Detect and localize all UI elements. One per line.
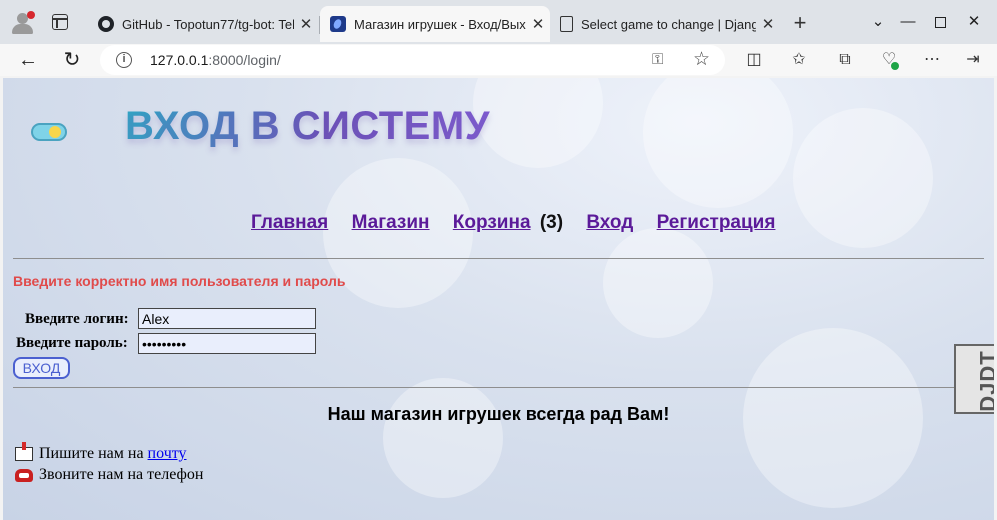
logo-icon	[31, 123, 67, 141]
tab-title: Select game to change | Django	[581, 16, 756, 32]
tab-github[interactable]: GitHub - Topotun77/tg-bot: Tele ✕	[88, 6, 318, 42]
shop-icon	[330, 16, 346, 32]
profile-icon[interactable]	[10, 11, 36, 35]
nav-shop-link[interactable]: Магазин	[352, 212, 430, 233]
new-tab-button[interactable]: +	[786, 10, 814, 38]
nav-login-link[interactable]: Вход	[586, 212, 633, 233]
close-window-button[interactable]: ✕	[952, 8, 996, 36]
tab-title: GitHub - Topotun77/tg-bot: Tele	[122, 16, 294, 32]
tab-actions-icon[interactable]	[52, 14, 68, 30]
key-icon[interactable]: ⚿	[652, 51, 663, 68]
cart-count: (3)	[539, 212, 564, 233]
browser-essentials-icon[interactable]: ♡	[877, 48, 901, 72]
divider	[13, 387, 984, 388]
document-icon	[560, 16, 573, 32]
nav-home-link[interactable]: Главная	[251, 212, 328, 233]
mail-icon	[15, 442, 33, 461]
contact-phone: Звоните нам на телефон	[15, 466, 203, 484]
close-icon[interactable]: ✕	[756, 15, 780, 33]
browser-toolbar: ← ↻ i 127.0.0.1:8000/login/ ⚿ ☆ ◫ ✩ ⧉ ♡ …	[0, 44, 997, 76]
tab-django[interactable]: Select game to change | Django ✕	[550, 6, 780, 42]
login-input[interactable]	[138, 308, 316, 329]
web-page: ВХОД В СИСТЕМУ Главная Магазин Корзина (…	[3, 78, 994, 520]
nav-cart-link[interactable]: Корзина	[453, 212, 531, 233]
url-text[interactable]: 127.0.0.1:8000/login/	[150, 52, 281, 68]
login-label: Введите логин:	[25, 311, 129, 327]
tab-shop[interactable]: Магазин игрушек - Вход/Выход ✕	[320, 6, 550, 42]
password-label: Введите пароль:	[16, 335, 128, 351]
nav-register-link[interactable]: Регистрация	[657, 212, 776, 233]
django-debug-toolbar-handle[interactable]: DJDT	[954, 344, 994, 414]
phone-text: Звоните нам на телефон	[39, 466, 204, 483]
mail-prefix: Пишите нам на	[39, 445, 144, 462]
back-button[interactable]: ←	[14, 46, 42, 74]
contact-mail: Пишите нам на почту	[15, 442, 187, 463]
mail-link[interactable]: почту	[148, 445, 187, 463]
tab-title: Магазин игрушек - Вход/Выход	[354, 16, 526, 32]
close-icon[interactable]: ✕	[526, 15, 550, 33]
split-screen-icon[interactable]: ◫	[742, 48, 766, 72]
close-icon[interactable]: ✕	[294, 15, 318, 33]
password-input[interactable]	[138, 333, 316, 354]
welcome-text: Наш магазин игрушек всегда рад Вам!	[327, 404, 670, 424]
main-nav: Главная Магазин Корзина (3) Вход Регистр…	[251, 212, 793, 234]
reload-button[interactable]: ↻	[58, 46, 86, 74]
github-icon	[98, 16, 114, 32]
login-button[interactable]: ВХОД	[13, 357, 70, 379]
collections-icon[interactable]: ⧉	[833, 48, 857, 72]
info-icon[interactable]: i	[116, 52, 132, 68]
divider	[13, 258, 984, 259]
page-title: ВХОД В СИСТЕМУ	[125, 104, 491, 148]
phone-icon	[15, 468, 33, 482]
tab-strip: GitHub - Topotun77/tg-bot: Tele ✕ Магази…	[0, 0, 997, 44]
address-bar[interactable]: i 127.0.0.1:8000/login/ ⚿ ☆	[100, 45, 725, 75]
sidebar-icon[interactable]: ⇥	[961, 48, 985, 72]
error-message: Введите корректно имя пользователя и пар…	[13, 273, 346, 289]
favorites-icon[interactable]: ✩	[787, 48, 811, 72]
star-icon[interactable]: ☆	[693, 48, 710, 71]
more-icon[interactable]: ⋯	[920, 48, 944, 72]
